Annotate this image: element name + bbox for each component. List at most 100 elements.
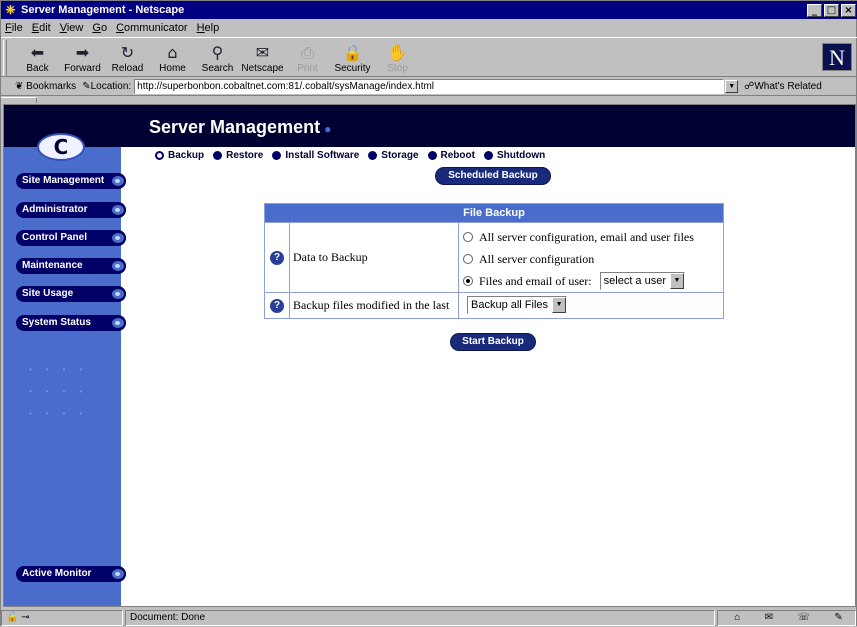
status-bar: 🔓 ⊸ Document: Done ⌂ ✉ ☏ ✎ <box>1 608 857 627</box>
bullet-icon <box>483 151 493 160</box>
sidebar-item-site-management[interactable]: Site Management <box>16 173 126 189</box>
reload-button[interactable]: ↻ Reload <box>105 38 150 76</box>
minimize-button[interactable]: _ <box>807 3 822 17</box>
page-content: Server Management ● C Site Management Adm… <box>3 104 856 607</box>
page-banner <box>4 105 855 147</box>
navigator-icon[interactable]: ⌂ <box>734 612 740 623</box>
toolbar-grip[interactable] <box>3 40 7 76</box>
page-title: Server Management ● <box>149 117 332 137</box>
print-button[interactable]: ⎙ Print <box>285 38 330 76</box>
sidebar-item-maintenance[interactable]: Maintenance <box>16 258 126 274</box>
menu-edit[interactable]: Edit <box>32 22 51 34</box>
menu-help[interactable]: Help <box>197 22 220 34</box>
title-dot-icon: ● <box>324 122 332 136</box>
security-button[interactable]: 🔒 Security <box>330 38 375 76</box>
modified-select[interactable]: Backup all Files ▼ <box>467 296 568 314</box>
bookmark-icon: ❦ <box>15 81 27 92</box>
home-icon: ⌂ <box>167 43 178 62</box>
active-monitor-button[interactable]: Active Monitor <box>16 566 126 582</box>
whats-related-button[interactable]: ☍ What's Related <box>744 81 822 92</box>
dropdown-arrow-icon: ▼ <box>670 273 685 289</box>
tab-storage[interactable]: Storage <box>368 150 419 161</box>
option-all-config[interactable]: All server configuration <box>463 248 719 270</box>
scheduled-backup-button[interactable]: Scheduled Backup <box>435 167 551 185</box>
modified-label: Backup files modified in the last <box>289 293 459 318</box>
security-status[interactable]: 🔓 ⊸ <box>1 609 123 626</box>
browser-window: ❈ Server Management - Netscape _ □ × Fil… <box>0 0 857 626</box>
netscape-icon: ✉ <box>255 43 270 62</box>
netscape-button[interactable]: ✉ Netscape <box>240 38 285 76</box>
tab-shutdown[interactable]: Shutdown <box>483 150 545 161</box>
backup-options: All server configuration, email and user… <box>459 223 723 292</box>
lock-icon: 🔒 <box>342 43 363 62</box>
location-bar: ❦ Bookmarks ✎ Location: http://superbonb… <box>1 78 857 96</box>
option-user-files[interactable]: Files and email of user: select a user ▼ <box>463 270 719 292</box>
related-icon: ☍ <box>744 81 755 92</box>
search-icon: ⚲ <box>211 43 224 62</box>
composer-icon[interactable]: ✎ <box>834 612 842 623</box>
sidebar-knob-icon <box>110 259 126 273</box>
home-button[interactable]: ⌂ Home <box>150 38 195 76</box>
reload-icon: ↻ <box>120 43 135 62</box>
tab-restore[interactable]: Restore <box>213 150 263 161</box>
close-button[interactable]: × <box>841 3 856 17</box>
security-lock-icon: 🔓 ⊸ <box>6 612 30 623</box>
start-backup-button[interactable]: Start Backup <box>450 333 536 351</box>
bullet-icon <box>213 151 223 160</box>
back-button[interactable]: ⬅ Back <box>15 38 60 76</box>
sidebar-knob-icon <box>110 287 126 301</box>
netscape-app-icon: ❈ <box>5 2 16 17</box>
bullet-icon <box>272 151 282 160</box>
menu-view[interactable]: View <box>60 22 84 34</box>
toolbar-tab-strip <box>1 97 857 104</box>
radio-button[interactable] <box>463 232 473 242</box>
help-icon[interactable]: ? <box>270 250 284 265</box>
location-icon: ✎ <box>82 81 91 92</box>
menu-file[interactable]: File <box>5 22 23 34</box>
decorative-dots: •••• <box>29 365 97 374</box>
decorative-dots: •••• <box>29 387 97 396</box>
url-history-dropdown[interactable]: ▼ <box>725 80 739 93</box>
tab-reboot[interactable]: Reboot <box>427 150 475 161</box>
radio-button[interactable] <box>463 254 473 264</box>
sidebar-knob-icon <box>110 316 126 330</box>
forward-button[interactable]: ➡ Forward <box>60 38 105 76</box>
collapsed-toolbar-tab[interactable] <box>1 97 37 103</box>
stop-button[interactable]: ✋ Stop <box>375 38 420 76</box>
bookmarks-button[interactable]: ❦ Bookmarks <box>15 81 76 92</box>
maximize-button[interactable]: □ <box>824 3 839 17</box>
bullet-icon <box>368 151 378 160</box>
tab-install-software[interactable]: Install Software <box>272 150 359 161</box>
menu-communicator[interactable]: Communicator <box>116 22 188 34</box>
tab-backup[interactable]: Backup <box>147 150 204 161</box>
data-to-backup-row: ? Data to Backup All server configuratio… <box>265 222 723 292</box>
cobalt-logo: C <box>37 133 85 161</box>
dropdown-arrow-icon: ▼ <box>552 297 567 313</box>
component-bar: ⌂ ✉ ☏ ✎ <box>717 609 856 626</box>
radio-button-selected[interactable] <box>463 276 473 286</box>
user-select[interactable]: select a user ▼ <box>599 272 686 290</box>
sidebar-item-administrator[interactable]: Administrator <box>16 202 126 218</box>
sub-navigation: Backup Restore Install Software Storage … <box>147 150 554 161</box>
print-icon: ⎙ <box>301 43 314 62</box>
decorative-dots: •••• <box>29 409 97 418</box>
discussion-icon[interactable]: ☏ <box>797 612 810 623</box>
sidebar: C Site Management Administrator Control … <box>4 105 126 606</box>
menu-go[interactable]: Go <box>92 22 107 34</box>
menu-bar: File Edit View Go Communicator Help <box>1 19 857 36</box>
search-button[interactable]: ⚲ Search <box>195 38 240 76</box>
mail-icon[interactable]: ✉ <box>765 612 773 623</box>
navigation-toolbar: ⬅ Back ➡ Forward ↻ Reload ⌂ Home ⚲ Search ✉ Ne… <box>1 37 857 77</box>
file-backup-table: File Backup ? Data to Backup All server … <box>264 203 724 319</box>
sidebar-knob-icon <box>110 203 126 217</box>
sidebar-item-system-status[interactable]: System Status <box>16 315 126 331</box>
title-bar: ❈ Server Management - Netscape _ □ × <box>1 1 857 19</box>
help-icon[interactable]: ? <box>270 298 284 313</box>
url-field[interactable]: http://superbonbon.cobaltnet.com:81/.cob… <box>134 79 725 94</box>
sidebar-item-control-panel[interactable]: Control Panel <box>16 230 126 246</box>
location-label: Location: <box>90 81 132 92</box>
option-all-files[interactable]: All server configuration, email and user… <box>463 226 719 248</box>
netscape-logo[interactable]: N <box>822 43 852 71</box>
sidebar-item-site-usage[interactable]: Site Usage <box>16 286 126 302</box>
sidebar-knob-icon <box>110 567 126 581</box>
